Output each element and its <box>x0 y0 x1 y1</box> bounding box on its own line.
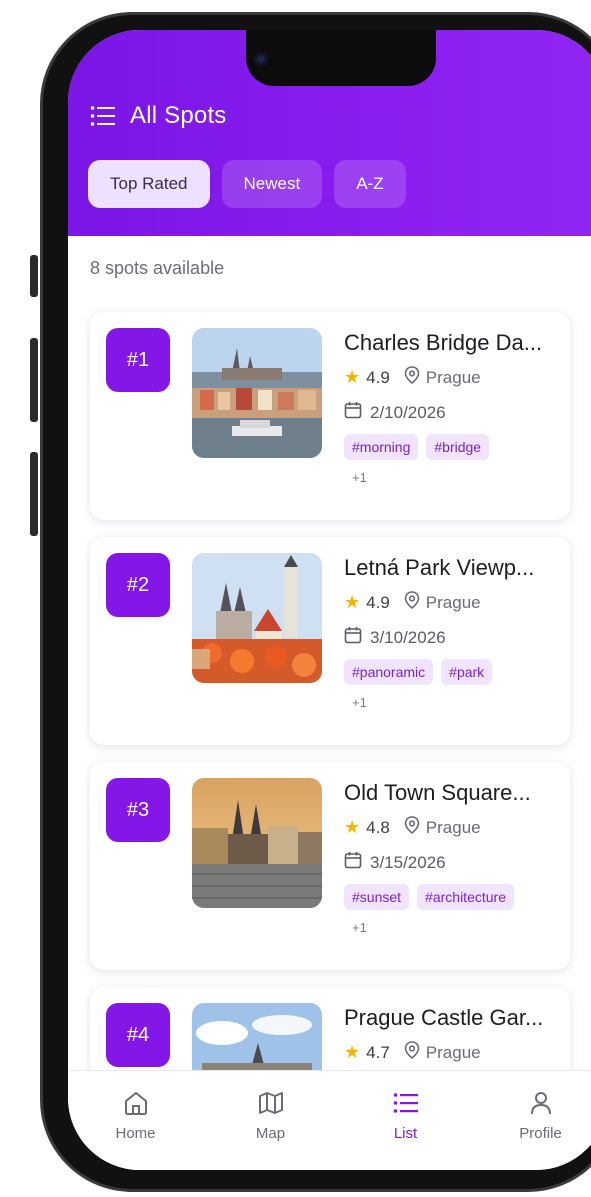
star-icon: ★ <box>344 1042 361 1062</box>
spot-card[interactable]: #1 Charles Bridge Da... ★ 4.9 Prague 2/1… <box>90 312 570 520</box>
star-icon: ★ <box>344 817 361 837</box>
tab-top-rated[interactable]: Top Rated <box>88 160 210 208</box>
spot-image <box>192 328 322 458</box>
nav-home[interactable]: Home <box>76 1071 196 1170</box>
nav-list[interactable]: List <box>346 1071 466 1170</box>
tag[interactable]: #architecture <box>417 884 514 910</box>
spot-date: 2/10/2026 <box>370 402 446 422</box>
spot-location: Prague <box>425 817 481 837</box>
spot-image <box>192 553 322 683</box>
calendar-icon <box>344 851 362 874</box>
location-pin-icon <box>404 591 420 614</box>
spot-date: 3/10/2026 <box>370 627 446 647</box>
star-icon: ★ <box>344 367 361 387</box>
nav-map-label: Map <box>255 1125 286 1142</box>
spot-location: Prague <box>425 1042 481 1062</box>
nav-profile-label: Profile <box>519 1125 562 1142</box>
spot-card[interactable]: #2 Letná Park Viewp... ★ 4.9 Prague 3/10… <box>90 537 570 745</box>
more-tags-count: +1 <box>352 920 367 935</box>
spot-rating: 4.8 <box>366 817 390 837</box>
camera <box>254 52 268 66</box>
phone-volume-up-button <box>30 338 38 422</box>
star-icon: ★ <box>344 592 361 612</box>
nav-map[interactable]: Map <box>211 1071 331 1170</box>
spot-location: Prague <box>425 592 481 612</box>
bottom-nav: Home Map List Profile <box>68 1070 591 1170</box>
calendar-icon <box>344 401 362 424</box>
menu-icon[interactable] <box>90 105 116 127</box>
tag[interactable]: #panoramic <box>344 659 434 685</box>
spot-image <box>192 778 322 908</box>
spot-rating: 4.7 <box>366 1042 390 1062</box>
profile-icon <box>527 1089 555 1117</box>
rank-badge: #3 <box>106 778 170 842</box>
page-title: All Spots <box>130 102 227 129</box>
tag[interactable]: #park <box>441 659 493 685</box>
spot-name: Charles Bridge Da... <box>344 330 543 355</box>
nav-profile[interactable]: Profile <box>481 1071 591 1170</box>
tag[interactable]: #morning <box>344 434 419 460</box>
phone-volume-down-button <box>30 452 38 536</box>
rank-badge: #4 <box>106 1003 170 1067</box>
spot-name: Old Town Square... <box>344 780 531 805</box>
sort-tabs: Top Rated Newest A-Z <box>88 160 406 208</box>
tab-newest[interactable]: Newest <box>221 160 323 208</box>
nav-list-label: List <box>393 1125 418 1142</box>
spot-location: Prague <box>425 367 481 387</box>
spot-card[interactable]: #3 Old Town Square... ★ 4.8 Prague 3/15/… <box>90 762 570 970</box>
spot-name: Prague Castle Gar... <box>344 1005 544 1030</box>
more-tags-count: +1 <box>352 695 367 710</box>
nav-home-label: Home <box>115 1125 156 1142</box>
spots-count: 8 spots available <box>90 258 225 278</box>
location-pin-icon <box>404 1041 420 1064</box>
location-pin-icon <box>404 366 420 389</box>
map-icon <box>257 1089 285 1117</box>
notch <box>246 30 436 86</box>
more-tags-count: +1 <box>352 470 367 485</box>
phone-side-button <box>30 255 38 297</box>
tag[interactable]: #sunset <box>344 884 410 910</box>
spot-rating: 4.9 <box>366 592 390 612</box>
calendar-icon <box>344 626 362 649</box>
spot-rating: 4.9 <box>366 367 390 387</box>
rank-badge: #2 <box>106 553 170 617</box>
spot-name: Letná Park Viewp... <box>344 555 535 580</box>
rank-badge: #1 <box>106 328 170 392</box>
app-screen: All Spots Top Rated Newest A-Z 8 spots a… <box>68 30 591 1170</box>
home-icon <box>122 1089 150 1117</box>
tab-a-z[interactable]: A-Z <box>334 160 406 208</box>
location-pin-icon <box>404 816 420 839</box>
spot-date: 3/15/2026 <box>370 852 446 872</box>
list-icon <box>392 1089 420 1117</box>
tag[interactable]: #bridge <box>426 434 490 460</box>
